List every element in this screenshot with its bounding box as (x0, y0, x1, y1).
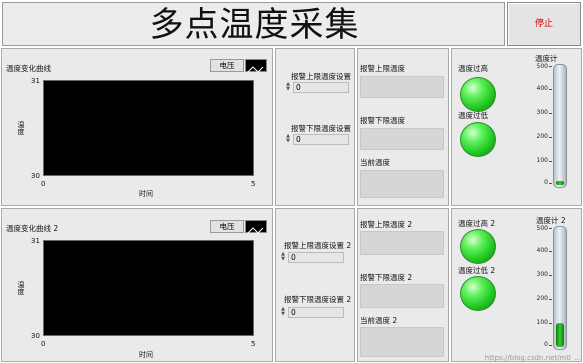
upper-limit-label: 报警上限温度 2 (360, 220, 413, 229)
y-axis-min: 30 (31, 172, 40, 180)
high-temp-led-label: 温度过高 2 (458, 219, 496, 228)
thermometer-fill (556, 181, 564, 185)
lower-limit-display (360, 128, 444, 150)
low-temp-led-label: 温度过低 (458, 111, 488, 120)
upper-limit-label: 报警上限温度 (360, 64, 405, 73)
low-temp-led-icon[interactable] (460, 122, 496, 157)
therm-tick: 100 (536, 157, 548, 164)
therm-tick: 400 (536, 247, 548, 254)
thermometer-tube[interactable] (553, 64, 567, 188)
y-axis-title: 温度 (17, 281, 25, 295)
watermark: https://blog.csdn.net/m0_... (484, 354, 581, 362)
x-axis-title: 时间 (139, 351, 153, 359)
high-temp-led-icon[interactable] (460, 77, 496, 112)
low-temp-led-icon[interactable] (460, 276, 496, 311)
legend-plot-icon[interactable] (245, 59, 267, 73)
spin-arrows-icon[interactable]: ▲ ▼ (284, 134, 292, 145)
therm-tick: 200 (536, 295, 548, 302)
chart-panel-2: 温度变化曲线 2 电压 31 30 温度 0 5 时间 (1, 208, 273, 362)
therm-tick: 500 (536, 225, 548, 232)
lower-limit-label: 报警下限温度 (360, 116, 405, 125)
therm-tick: 300 (536, 271, 548, 278)
x-axis-min: 0 (41, 340, 46, 348)
legend-plot-icon[interactable] (245, 220, 267, 234)
controls-panel-2: 报警上限温度设置 2 ▲ ▼ 0 报警下限温度设置 2 ▲ ▼ 0 (275, 208, 355, 362)
indicators-panel-1: 报警上限温度 报警下限温度 当前温度 (357, 48, 449, 206)
controls-panel-1: 报警上限温度设置 ▲ ▼ 0 报警下限温度设置 ▲ ▼ 0 (275, 48, 355, 206)
high-temp-led-label: 温度过高 (458, 64, 488, 73)
lower-limit-display (360, 284, 444, 308)
upper-limit-display (360, 76, 444, 98)
thermometer-tube[interactable] (553, 226, 567, 350)
spin-arrows-icon[interactable]: ▲ ▼ (279, 252, 287, 263)
legend-label[interactable]: 电压 (210, 59, 244, 72)
spin-arrows-icon[interactable]: ▲ ▼ (284, 82, 292, 93)
indicators-panel-2: 报警上限温度 2 报警下限温度 2 当前温度 2 (357, 208, 449, 362)
therm-tick: 200 (536, 133, 548, 140)
x-axis-min: 0 (41, 180, 46, 188)
current-temp-label: 当前温度 (360, 158, 390, 167)
legend-label[interactable]: 电压 (210, 220, 244, 233)
upper-limit-display (360, 231, 444, 255)
y-axis-max: 31 (31, 237, 40, 245)
title-bar: 多点温度采集 (2, 2, 505, 46)
waveform-graph[interactable] (43, 240, 254, 336)
upper-limit-set-label: 报警上限温度设置 (291, 72, 351, 81)
current-temp-display (360, 170, 444, 198)
therm-tick: 100 (536, 319, 548, 326)
spin-arrows-icon[interactable]: ▲ ▼ (279, 307, 287, 318)
current-temp-display (360, 327, 444, 357)
therm-tick: 300 (536, 109, 548, 116)
high-temp-led-icon[interactable] (460, 229, 496, 264)
x-axis-max: 5 (251, 340, 256, 348)
stop-button[interactable]: 停止 (507, 2, 581, 46)
thermometer-fill (556, 323, 564, 347)
therm-tick: 400 (536, 85, 548, 92)
page-title: 多点温度采集 (149, 5, 360, 45)
chart-label: 温度变化曲线 (6, 64, 51, 73)
upper-limit-set-input[interactable]: 0 (288, 252, 344, 263)
y-axis-title: 温度 (17, 121, 25, 135)
alarm-panel-2: 温度过高 2 温度过低 2 温度计 2 500 400 300 200 100 … (451, 208, 582, 362)
chart-panel-1: 温度变化曲线 电压 31 30 温度 0 5 时间 (1, 48, 273, 206)
chart-label: 温度变化曲线 2 (6, 224, 59, 233)
upper-limit-set-label: 报警上限温度设置 2 (284, 241, 352, 250)
waveform-graph[interactable] (43, 80, 254, 176)
therm-tick: 0 (544, 179, 548, 186)
therm-tick: 0 (544, 341, 548, 348)
y-axis-max: 31 (31, 77, 40, 85)
alarm-panel-1: 温度过高 温度过低 温度计 500 400 300 200 100 0 (451, 48, 582, 206)
low-temp-led-label: 温度过低 2 (458, 266, 496, 275)
upper-limit-set-input[interactable]: 0 (293, 82, 349, 93)
lower-limit-set-label: 报警下限温度设置 2 (284, 295, 352, 304)
lower-limit-set-input[interactable]: 0 (293, 134, 349, 145)
x-axis-max: 5 (251, 180, 256, 188)
y-axis-min: 30 (31, 332, 40, 340)
therm-tick: 500 (536, 63, 548, 70)
x-axis-title: 时间 (139, 190, 153, 198)
lower-limit-set-label: 报警下限温度设置 (291, 124, 351, 133)
current-temp-label: 当前温度 2 (360, 316, 398, 325)
lower-limit-label: 报警下限温度 2 (360, 273, 413, 282)
lower-limit-set-input[interactable]: 0 (288, 307, 344, 318)
